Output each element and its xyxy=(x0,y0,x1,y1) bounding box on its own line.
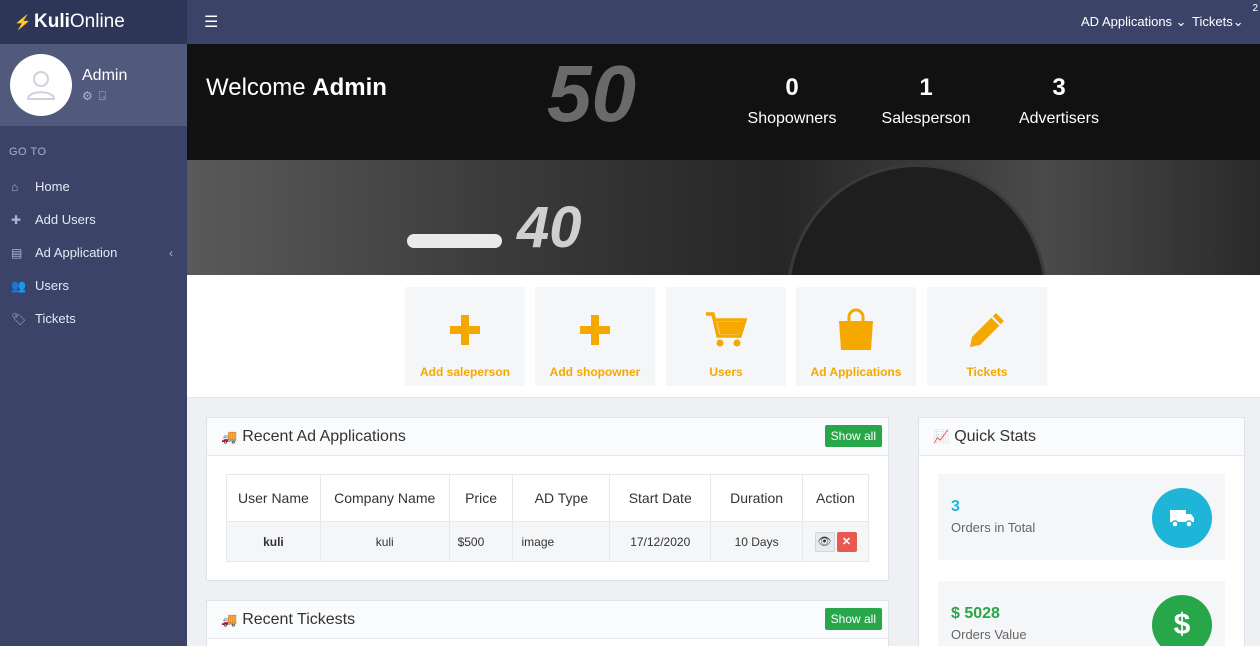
sidebar-item-label: Users xyxy=(35,278,69,293)
panel-header: 🚚 Recent Ad Applications Show all xyxy=(207,418,888,456)
pencil-icon xyxy=(970,313,1004,347)
stat-advertisers: 3 Advertisers xyxy=(1018,74,1100,127)
column-header: Price xyxy=(448,474,514,522)
top-menu-ad-applications[interactable]: AD Applications ⌄ xyxy=(1081,14,1187,30)
plus-icon xyxy=(580,315,610,345)
view-eye-icon[interactable]: 👁 xyxy=(814,531,835,552)
sidebar-item-label: Add Users xyxy=(35,212,96,227)
bolt-icon: ⚡ xyxy=(14,13,32,30)
ad-applications-table: User Name Company Name Price AD Type Sta… xyxy=(226,474,869,562)
sidebar-item-tickets[interactable]: 🏷 Tickets xyxy=(0,302,187,335)
delete-x-icon[interactable]: ✕ xyxy=(836,531,857,552)
panel-header: 🚚 Recent Tickests Show all xyxy=(207,601,888,639)
logout-icon[interactable]: ⍈ xyxy=(99,89,106,104)
dollar-icon: $ xyxy=(1152,595,1212,646)
shortcut-add-shopowner[interactable]: Add shopowner xyxy=(535,287,655,386)
home-icon: ⌂ xyxy=(11,179,19,194)
column-header: AD Type xyxy=(512,474,611,522)
column-header: Duration xyxy=(710,474,804,522)
sidebar-item-add-users[interactable]: ✚ Add Users xyxy=(0,203,187,236)
panel-header: 📈 Quick Stats xyxy=(919,418,1244,456)
users-icon: 👥 xyxy=(11,278,26,293)
avatar[interactable] xyxy=(10,54,72,116)
hamburger-menu-icon[interactable]: ☰ xyxy=(204,12,218,32)
stat-salesperson: 1 Salesperson xyxy=(881,74,971,127)
gauge-needle xyxy=(407,234,502,248)
truck-icon xyxy=(1152,488,1212,548)
welcome-heading: Welcome Admin xyxy=(206,74,387,101)
sidebar-item-label: Home xyxy=(35,179,70,194)
chevron-left-icon: ‹ xyxy=(169,245,173,260)
stat-orders-total: 3 Orders in Total xyxy=(938,474,1225,560)
shortcut-tickets[interactable]: Tickets xyxy=(927,287,1047,386)
panel-title: Quick Stats xyxy=(954,427,1036,445)
gear-icon[interactable]: ⚙ xyxy=(82,89,93,104)
user-silhouette-icon xyxy=(26,71,56,100)
quick-stats-panel: 📈 Quick Stats 3 Orders in Total $ 5028 O… xyxy=(918,417,1245,646)
topbar: ☰ AD Applications ⌄ Tickets⌄ 2 xyxy=(187,0,1260,44)
shortcut-bar: Add saleperson Add shopowner Users Ad Ap… xyxy=(187,275,1260,398)
chevron-down-icon: ⌄ xyxy=(1232,14,1244,29)
user-profile: Admin ⚙ ⍈ xyxy=(0,44,187,126)
shopping-bag-icon xyxy=(839,308,873,350)
chevron-down-icon: ⌄ xyxy=(1172,14,1187,29)
hero-background xyxy=(187,160,1260,275)
recent-tickets-panel: 🚚 Recent Tickests Show all xyxy=(206,600,889,646)
tickets-count-badge: 2 xyxy=(1252,3,1258,14)
show-all-ads-button[interactable]: Show all xyxy=(824,425,882,447)
list-icon: ▤ xyxy=(11,245,23,260)
cart-icon xyxy=(706,312,748,347)
column-header: Start Date xyxy=(609,474,712,522)
top-menu-tickets[interactable]: Tickets⌄ xyxy=(1192,14,1244,30)
sidebar-item-label: Ad Application xyxy=(35,245,118,260)
shortcut-ad-applications[interactable]: Ad Applications xyxy=(796,287,916,386)
shortcut-users[interactable]: Users xyxy=(666,287,786,386)
brand[interactable]: ⚡ KuliOnline xyxy=(0,0,187,44)
tag-icon: 🏷 xyxy=(11,311,27,326)
column-header: Action xyxy=(802,474,869,522)
gauge-number-top: 50 xyxy=(547,49,636,138)
plus-icon xyxy=(450,315,480,345)
sidebar-item-ad-application[interactable]: ▤ Ad Application ‹ xyxy=(0,236,187,269)
panel-title: Recent Tickests xyxy=(242,610,356,628)
truck-icon: 🚚 xyxy=(221,611,238,627)
gauge-number-bottom: 40 xyxy=(517,195,582,260)
shortcut-add-saleperson[interactable]: Add saleperson xyxy=(405,287,525,386)
recent-ad-applications-panel: 🚚 Recent Ad Applications Show all User N… xyxy=(206,417,889,581)
brand-name: KuliOnline xyxy=(34,11,125,32)
column-header: User Name xyxy=(226,474,321,522)
table-row: kuli kuli $500 image 17/12/2020 10 Days … xyxy=(226,521,869,562)
sidebar-item-users[interactable]: 👥 Users xyxy=(0,269,187,302)
nav-section-label: GO TO xyxy=(9,146,47,158)
plus-icon: ✚ xyxy=(11,212,22,227)
truck-icon: 🚚 xyxy=(221,428,238,444)
sidebar-item-home[interactable]: ⌂ Home xyxy=(0,170,187,203)
show-all-tickets-button[interactable]: Show all xyxy=(824,608,882,630)
line-chart-icon: 📈 xyxy=(933,428,950,444)
sidebar-item-label: Tickets xyxy=(35,311,76,326)
column-header: Company Name xyxy=(319,474,450,522)
hero-banner: 50 40 Welcome Admin 0 Shopowners 1 Sales… xyxy=(187,44,1260,275)
sidebar: ⚡ KuliOnline Admin ⚙ ⍈ GO TO ⌂ Home ✚ Ad… xyxy=(0,0,187,646)
panel-title: Recent Ad Applications xyxy=(242,427,406,445)
stat-shopowners: 0 Shopowners xyxy=(747,74,837,127)
stat-orders-value: $ 5028 Orders Value $ xyxy=(938,581,1225,646)
profile-name: Admin xyxy=(82,66,128,84)
